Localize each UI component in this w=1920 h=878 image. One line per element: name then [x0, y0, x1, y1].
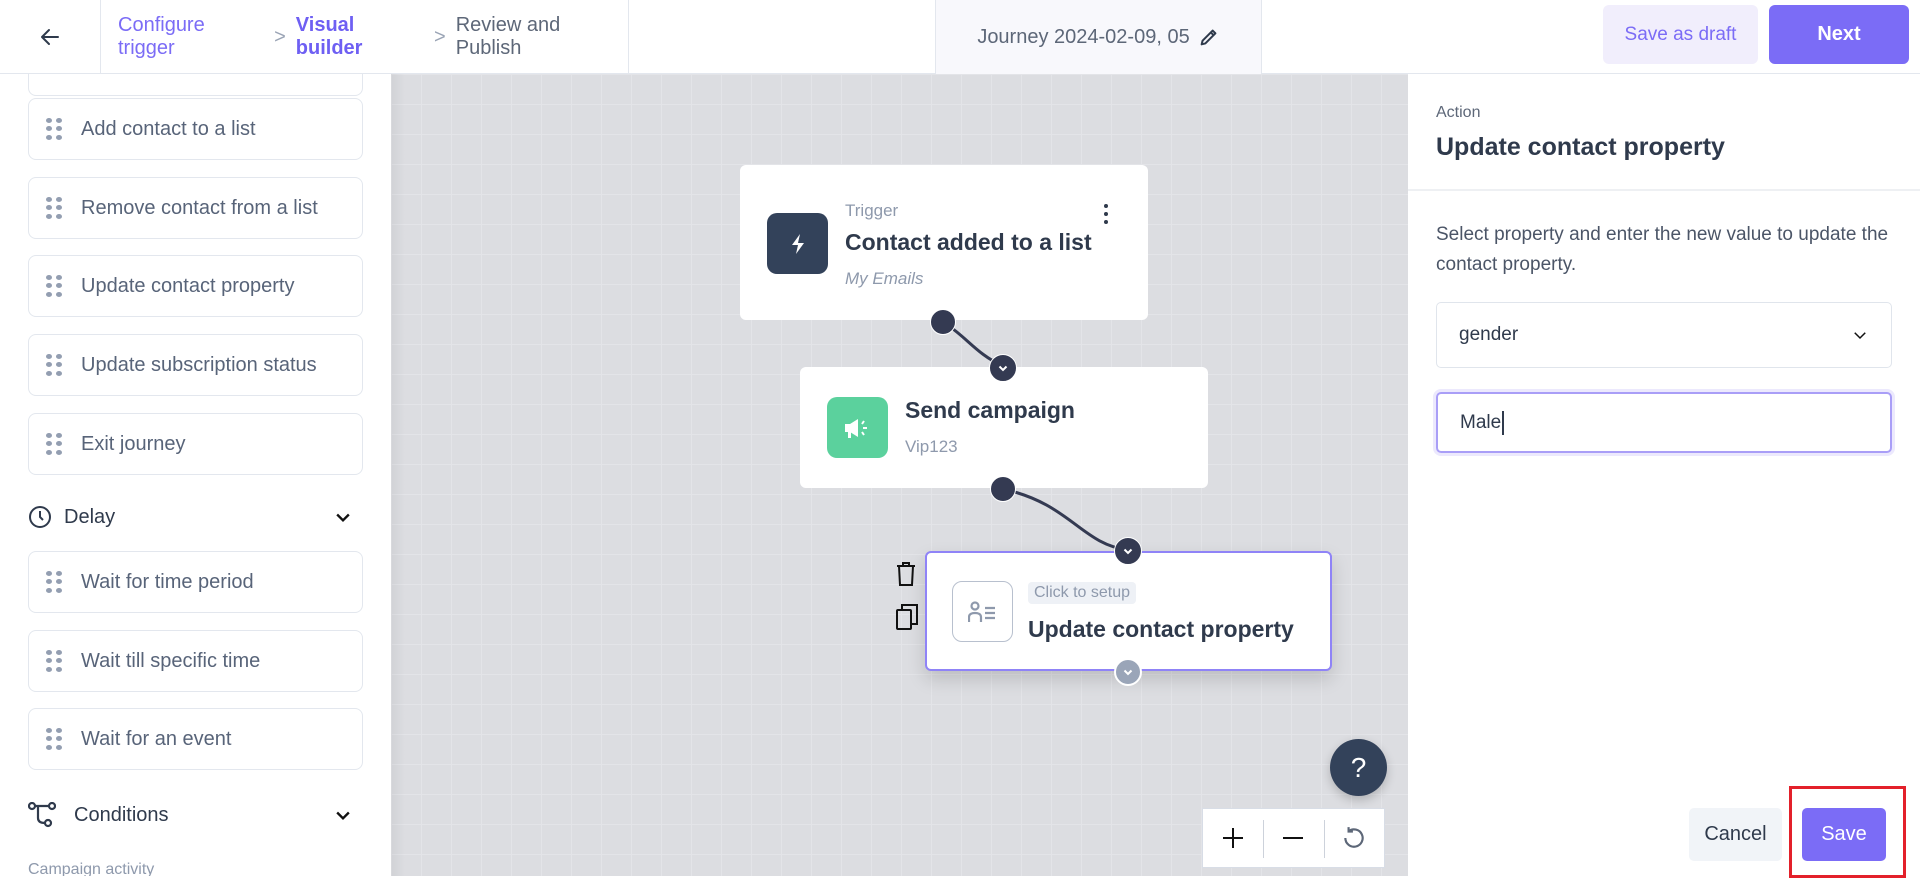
- sidebar-item-label: Wait for time period: [81, 570, 254, 593]
- trigger-icon-box: [767, 213, 828, 274]
- update-contact-property-node[interactable]: Click to setup Update contact property: [925, 551, 1332, 671]
- update-node-title: Update contact property: [1028, 616, 1294, 642]
- zoom-controls: [1202, 808, 1385, 868]
- update-icon-box: [952, 581, 1013, 642]
- trigger-node[interactable]: Trigger Contact added to a list My Email…: [740, 165, 1148, 320]
- campaign-input-handle[interactable]: [989, 354, 1017, 382]
- next-button[interactable]: Next: [1769, 5, 1909, 64]
- property-select[interactable]: gender: [1436, 302, 1892, 368]
- panel-title: Update contact property: [1436, 133, 1725, 161]
- sidebar-item-label: Wait till specific time: [81, 649, 261, 672]
- update-output-handle[interactable]: [1114, 658, 1142, 686]
- breadcrumb-separator: >: [434, 25, 446, 48]
- chevron-down-icon: [1123, 548, 1133, 555]
- sidebar-item-remove-contact-from-list[interactable]: Remove contact from a list: [28, 177, 363, 239]
- contact-list-icon: [967, 600, 995, 622]
- section-delay[interactable]: Delay: [28, 497, 363, 537]
- chevron-down-icon: [1854, 332, 1866, 340]
- chevron-down-icon[interactable]: [333, 507, 353, 527]
- breadcrumb-configure-trigger[interactable]: Configure trigger: [118, 14, 264, 60]
- action-settings-panel: Action Update contact property Select pr…: [1408, 74, 1920, 878]
- pencil-icon[interactable]: [1198, 26, 1220, 48]
- sidebar-item-wait-for-an-event[interactable]: Wait for an event: [28, 708, 363, 770]
- property-value-text: Male: [1460, 411, 1502, 433]
- sidebar-item-label: Update contact property: [81, 274, 295, 297]
- chevron-down-icon[interactable]: [333, 805, 353, 825]
- click-to-setup-badge: Click to setup: [1028, 582, 1137, 604]
- connector-campaign-to-update: [1002, 487, 1129, 552]
- breadcrumb-review-publish[interactable]: Review and Publish: [456, 14, 628, 60]
- conditions-sub-label: Campaign activity: [28, 861, 155, 876]
- trigger-output-handle[interactable]: [930, 309, 956, 335]
- journey-title[interactable]: Journey 2024-02-09, 05: [935, 0, 1262, 74]
- campaign-icon-box: [827, 397, 888, 458]
- chevron-down-icon: [998, 365, 1008, 372]
- minus-icon: [1283, 837, 1304, 839]
- save-as-draft-button[interactable]: Save as draft: [1603, 5, 1758, 64]
- zoom-out-button[interactable]: [1263, 809, 1323, 867]
- sidebar-item-label: Add contact to a list: [81, 117, 256, 140]
- drag-handle-icon[interactable]: [46, 275, 62, 297]
- sidebar: Add contact to a list Remove contact fro…: [0, 74, 391, 876]
- sidebar-item-label: Wait for an event: [81, 727, 232, 750]
- lightning-icon: [791, 233, 804, 254]
- reset-zoom-button[interactable]: [1323, 809, 1384, 867]
- sidebar-item-wait-till-specific-time[interactable]: Wait till specific time: [28, 630, 363, 692]
- section-delay-label: Delay: [64, 505, 116, 528]
- campaign-output-handle[interactable]: [990, 476, 1016, 502]
- arrow-left-icon: [41, 29, 59, 45]
- branch-icon: [28, 802, 56, 828]
- send-campaign-subtitle: Vip123: [905, 437, 958, 456]
- megaphone-icon: [844, 418, 867, 438]
- top-bar: Configure trigger > Visual builder > Rev…: [0, 0, 1920, 74]
- refresh-icon: [1344, 827, 1364, 848]
- sidebar-item-label: Update subscription status: [81, 353, 317, 376]
- more-options-icon[interactable]: [1102, 203, 1110, 225]
- chevron-down-icon: [1123, 669, 1133, 676]
- drag-handle-icon[interactable]: [46, 650, 62, 672]
- text-caret: [1502, 410, 1505, 435]
- trash-icon[interactable]: [896, 562, 916, 586]
- sidebar-item-label: Remove contact from a list: [81, 196, 318, 219]
- sidebar-item-update-subscription-status[interactable]: Update subscription status: [28, 334, 363, 396]
- drag-handle-icon[interactable]: [46, 118, 62, 140]
- property-value-input[interactable]: Male: [1436, 392, 1892, 453]
- send-campaign-node[interactable]: Send campaign Vip123: [800, 367, 1208, 488]
- update-input-handle[interactable]: [1114, 537, 1142, 565]
- drag-handle-icon[interactable]: [46, 433, 62, 455]
- section-conditions[interactable]: Conditions: [28, 795, 363, 835]
- sidebar-item-add-contact-to-list[interactable]: Add contact to a list: [28, 98, 363, 160]
- trigger-node-subtitle: My Emails: [845, 269, 924, 288]
- sidebar-item-update-contact-property[interactable]: Update contact property: [28, 255, 363, 317]
- duplicate-icon[interactable]: [896, 604, 918, 630]
- sidebar-item-label: Exit journey: [81, 432, 186, 455]
- cancel-button[interactable]: Cancel: [1689, 808, 1782, 861]
- breadcrumb-visual-builder[interactable]: Visual builder: [296, 14, 424, 60]
- save-button[interactable]: Save: [1802, 808, 1886, 861]
- plus-icon: [1223, 828, 1244, 848]
- sidebar-item-partial[interactable]: [28, 74, 363, 96]
- drag-handle-icon[interactable]: [46, 571, 62, 593]
- breadcrumb: Configure trigger > Visual builder > Rev…: [101, 0, 629, 74]
- trigger-node-label: Trigger: [845, 201, 899, 220]
- panel-header: Action Update contact property: [1408, 74, 1920, 191]
- journey-canvas[interactable]: Trigger Contact added to a list My Email…: [391, 74, 1408, 876]
- sidebar-item-exit-journey[interactable]: Exit journey: [28, 413, 363, 475]
- send-campaign-title: Send campaign: [905, 397, 1075, 423]
- drag-handle-icon[interactable]: [46, 354, 62, 376]
- property-select-value: gender: [1459, 324, 1519, 345]
- journey-title-text: Journey 2024-02-09, 05: [977, 25, 1190, 48]
- trigger-node-title: Contact added to a list: [845, 229, 1092, 255]
- drag-handle-icon[interactable]: [46, 728, 62, 750]
- zoom-in-button[interactable]: [1203, 809, 1263, 867]
- help-button[interactable]: ?: [1330, 739, 1387, 796]
- sidebar-item-wait-for-time-period[interactable]: Wait for time period: [28, 551, 363, 613]
- back-button[interactable]: [0, 0, 101, 74]
- panel-description: Select property and enter the new value …: [1436, 224, 1889, 275]
- section-conditions-label: Conditions: [74, 803, 169, 826]
- breadcrumb-separator: >: [274, 25, 286, 48]
- clock-icon: [29, 506, 51, 528]
- drag-handle-icon[interactable]: [46, 197, 62, 219]
- panel-kicker: Action: [1436, 104, 1481, 121]
